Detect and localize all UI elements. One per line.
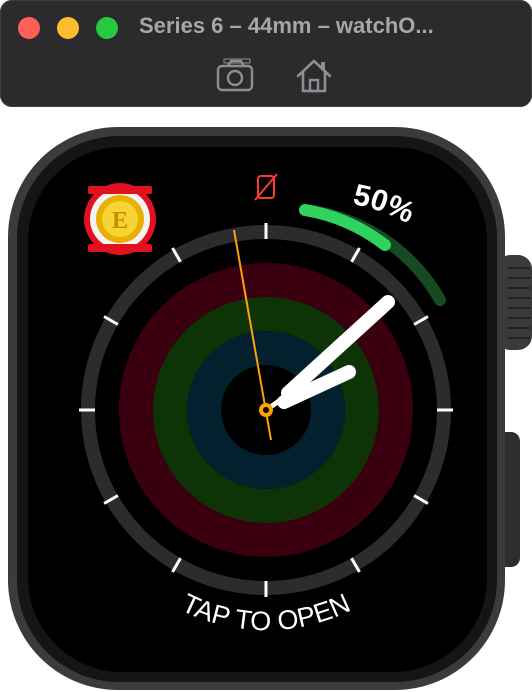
pivot-center	[263, 407, 269, 413]
watch-face[interactable]: 50% E TAP TO OPEN	[0, 0, 532, 692]
phone-disconnected-icon	[254, 173, 278, 201]
club-crest-logo[interactable]: E	[84, 183, 156, 255]
crest-monogram: E	[112, 208, 128, 234]
